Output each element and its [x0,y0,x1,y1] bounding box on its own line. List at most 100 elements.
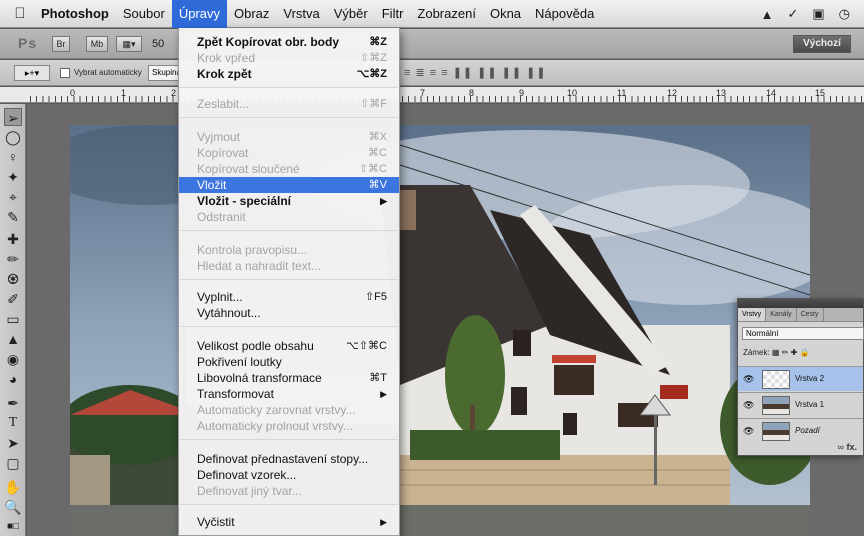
menu-item-label: Automaticky prolnout vrstvy... [197,419,353,433]
menu-okna[interactable]: Okna [483,0,528,28]
tab-layers[interactable]: Vrstvy [738,308,767,321]
layer-row[interactable]: 👁 Pozadí [738,418,863,443]
menu-vyber[interactable]: Výběr [327,0,375,28]
tab-paths[interactable]: Cesty [797,308,824,321]
zoom-level[interactable]: 50 [152,38,164,50]
menu-vrstva[interactable]: Vrstva [276,0,326,28]
zoom-tool-icon[interactable]: 🔍 [4,498,22,516]
menu-item-copy-merged[interactable]: Kopírovat sloučené ⇧⌘C [179,161,399,177]
layer-row[interactable]: 👁 Vrstva 1 [738,392,863,417]
menu-item-shortcut: ⇧⌘F [360,98,387,110]
gradient-tool-icon[interactable]: ▲ [4,330,22,348]
menu-obraz[interactable]: Obraz [227,0,276,28]
mac-menubar:  Photoshop Soubor Úpravy Obraz Vrstva V… [0,0,864,28]
fx-button[interactable]: fx. [846,442,857,452]
photoshop-window:  Photoshop Soubor Úpravy Obraz Vrstva V… [0,0,864,536]
menu-item-label: Definovat vzorek... [197,468,297,482]
menu-soubor[interactable]: Soubor [116,0,172,28]
menu-item-define-pattern[interactable]: Definovat vzorek... [179,467,399,483]
lock-brush-icon[interactable]: ✏ [782,348,789,357]
history-brush-icon[interactable]: ✐ [4,290,22,308]
visibility-eye-icon[interactable]: 👁 [743,400,754,411]
menu-app-photoshop[interactable]: Photoshop [34,0,116,28]
menu-napoveda[interactable]: Nápověda [528,0,601,28]
menu-item-paste[interactable]: Vložit ⌘V [179,177,399,193]
marquee-tool-icon[interactable]: ◯ [4,128,22,146]
menu-item-fade[interactable]: Zeslabit... ⇧⌘F [179,96,399,112]
lasso-tool-icon[interactable]: ♀ [4,148,22,166]
menu-item-define-shape[interactable]: Definovat jiný tvar... [179,483,399,499]
crop-tool-icon[interactable]: ⌖ [4,188,22,206]
menu-item-find-replace[interactable]: Hledat a nahradit text... [179,258,399,274]
menu-item-purge[interactable]: Vyčistit ▶ [179,514,399,530]
lock-position-icon[interactable]: ✚ [791,348,798,357]
menu-item-cut[interactable]: Vyjmout ⌘X [179,129,399,145]
menu-item-content-aware-scale[interactable]: Velikost podle obsahu ⌥⇧⌘C [179,338,399,354]
path-select-tool-icon[interactable]: ➤ [4,434,22,452]
auto-select-dropdown[interactable]: Skupina [148,65,182,81]
tools-panel: ➢ ◯ ♀ ✦ ⌖ ✎ ✚ ✏ ♼ ✐ ▭ ▲ ◉ ◕ ✒ T ➤ ▢ ✋ 🔍 … [0,104,26,536]
dodge-tool-icon[interactable]: ◕ [4,370,22,388]
eraser-tool-icon[interactable]: ▭ [4,310,22,328]
menu-item-label: Odstranit [197,210,246,224]
menu-item-label: Vložit - speciální [197,194,292,208]
layer-row[interactable]: 👁 Vrstva 2 [738,366,863,391]
time-machine-icon[interactable]: ◷ [839,6,850,22]
menu-item-transform[interactable]: Transformovat ▶ [179,386,399,402]
bridge-button[interactable]: Br [52,36,70,52]
workspace-switcher[interactable]: Výchozí [793,35,851,53]
align-distribute-buttons[interactable]: ≡ ≣ ≡ ≡ ❚❚ ❚❚ ❚❚ ❚❚ [404,66,547,79]
brush-tool-icon[interactable]: ✏ [4,250,22,268]
view-extras-button[interactable]: ▦▾ [116,36,142,52]
lock-transparency-icon[interactable]: ▦ [772,348,780,357]
menu-item-paste-special[interactable]: Vložit - speciální ▶ [179,193,399,209]
link-layers-icon[interactable]: ∞ [838,442,844,452]
menu-item-clear[interactable]: Odstranit [179,209,399,225]
menu-item-stroke[interactable]: Vytáhnout... [179,305,399,321]
panel-header[interactable] [738,299,863,308]
menu-separator [180,326,398,327]
blend-mode-select[interactable]: Normální [742,327,864,340]
lock-all-icon[interactable]: 🔒 [800,348,810,357]
healing-tool-icon[interactable]: ✚ [4,230,22,248]
auto-select-checkbox[interactable] [60,68,70,78]
adobe-menulet-icon[interactable]: ▲ [761,7,774,22]
menu-item-undo[interactable]: Zpět Kopírovat obr. body ⌘Z [179,34,399,50]
menu-item-step-forward[interactable]: Krok vpřed ⇧⌘Z [179,50,399,66]
menu-filtr[interactable]: Filtr [375,0,411,28]
pen-tool-icon[interactable]: ✒ [4,394,22,412]
shape-tool-icon[interactable]: ▢ [4,454,22,472]
color-swatches-icon[interactable]: ■□ [4,518,22,536]
blur-tool-icon[interactable]: ◉ [4,350,22,368]
menu-item-label: Hledat a nahradit text... [197,259,322,273]
stamp-tool-icon[interactable]: ♼ [4,270,22,288]
menu-item-label: Vyplnit... [197,290,243,304]
menu-item-shortcut: ⌘V [368,179,387,191]
menu-item-label: Kontrola pravopisu... [197,243,308,257]
move-tool-icon[interactable]: ➢ [4,108,22,126]
menu-item-fill[interactable]: Vyplnit... ⇧F5 [179,289,399,305]
layer-thumbnail [762,396,790,415]
menu-upravy[interactable]: Úpravy [171,0,227,28]
checkmark-menulet-icon[interactable]: ✓ [787,6,798,22]
menu-item-auto-blend[interactable]: Automaticky prolnout vrstvy... [179,418,399,434]
type-tool-icon[interactable]: T [4,414,22,432]
apple-menu-icon[interactable]:  [0,5,34,22]
menu-zobrazeni[interactable]: Zobrazení [410,0,483,28]
visibility-eye-icon[interactable]: 👁 [743,426,754,437]
menu-item-step-backward[interactable]: Krok zpět ⌥⌘Z [179,66,399,82]
tab-channels[interactable]: Kanály [766,308,797,321]
menu-item-auto-align[interactable]: Automaticky zarovnat vrstvy... [179,402,399,418]
display-menulet-icon[interactable]: ▣ [812,6,824,22]
menu-item-spell-check[interactable]: Kontrola pravopisu... [179,242,399,258]
menu-item-puppet-warp[interactable]: Pokřivení loutky [179,354,399,370]
tool-preset-picker[interactable]: ▸+▾ [14,65,50,81]
quick-select-tool-icon[interactable]: ✦ [4,168,22,186]
mini-bridge-button[interactable]: Mb [86,36,108,52]
hand-tool-icon[interactable]: ✋ [4,478,22,496]
visibility-eye-icon[interactable]: 👁 [743,374,754,385]
eyedropper-tool-icon[interactable]: ✎ [4,208,22,226]
menu-item-free-transform[interactable]: Libovolná transformace ⌘T [179,370,399,386]
menu-item-define-brush[interactable]: Definovat přednastavení stopy... [179,451,399,467]
menu-item-copy[interactable]: Kopírovat ⌘C [179,145,399,161]
